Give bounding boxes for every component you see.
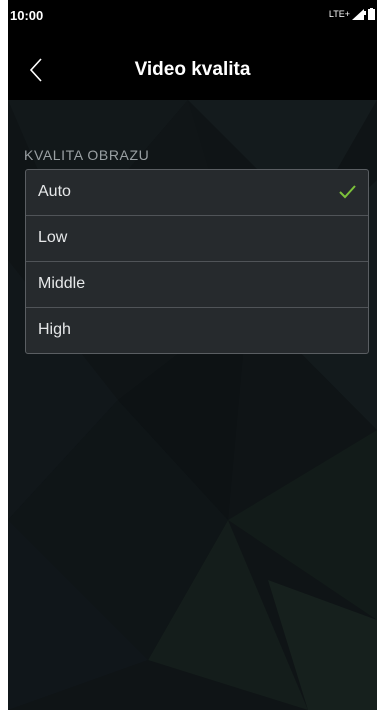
option-label: Middle bbox=[38, 275, 86, 292]
option-label: Auto bbox=[38, 183, 71, 200]
signal-icon bbox=[352, 8, 366, 20]
option-label: Low bbox=[38, 229, 68, 246]
option-label: High bbox=[38, 321, 71, 338]
check-icon bbox=[339, 185, 356, 199]
option-auto[interactable]: Auto bbox=[26, 170, 368, 216]
quality-option-list: Auto Low Middle High bbox=[25, 169, 369, 354]
page-title: Video kvalita bbox=[134, 59, 251, 80]
header: Video kvalita bbox=[8, 44, 377, 100]
network-type: LTE+ bbox=[328, 9, 350, 19]
section-label: KVALITA OBRAZU bbox=[24, 147, 150, 163]
option-high[interactable]: High bbox=[26, 308, 368, 353]
status-bar: 10:00 LTE+ bbox=[8, 0, 377, 34]
option-middle[interactable]: Middle bbox=[26, 262, 368, 308]
app-screen: 10:00 LTE+ Video kvalita KVALITA OBRAZU … bbox=[8, 0, 377, 710]
status-indicators: LTE+ bbox=[329, 8, 375, 20]
option-low[interactable]: Low bbox=[26, 216, 368, 262]
top-bar: 10:00 LTE+ Video kvalita bbox=[8, 0, 377, 100]
battery-icon bbox=[368, 8, 375, 20]
status-time: 10:00 bbox=[10, 8, 44, 23]
